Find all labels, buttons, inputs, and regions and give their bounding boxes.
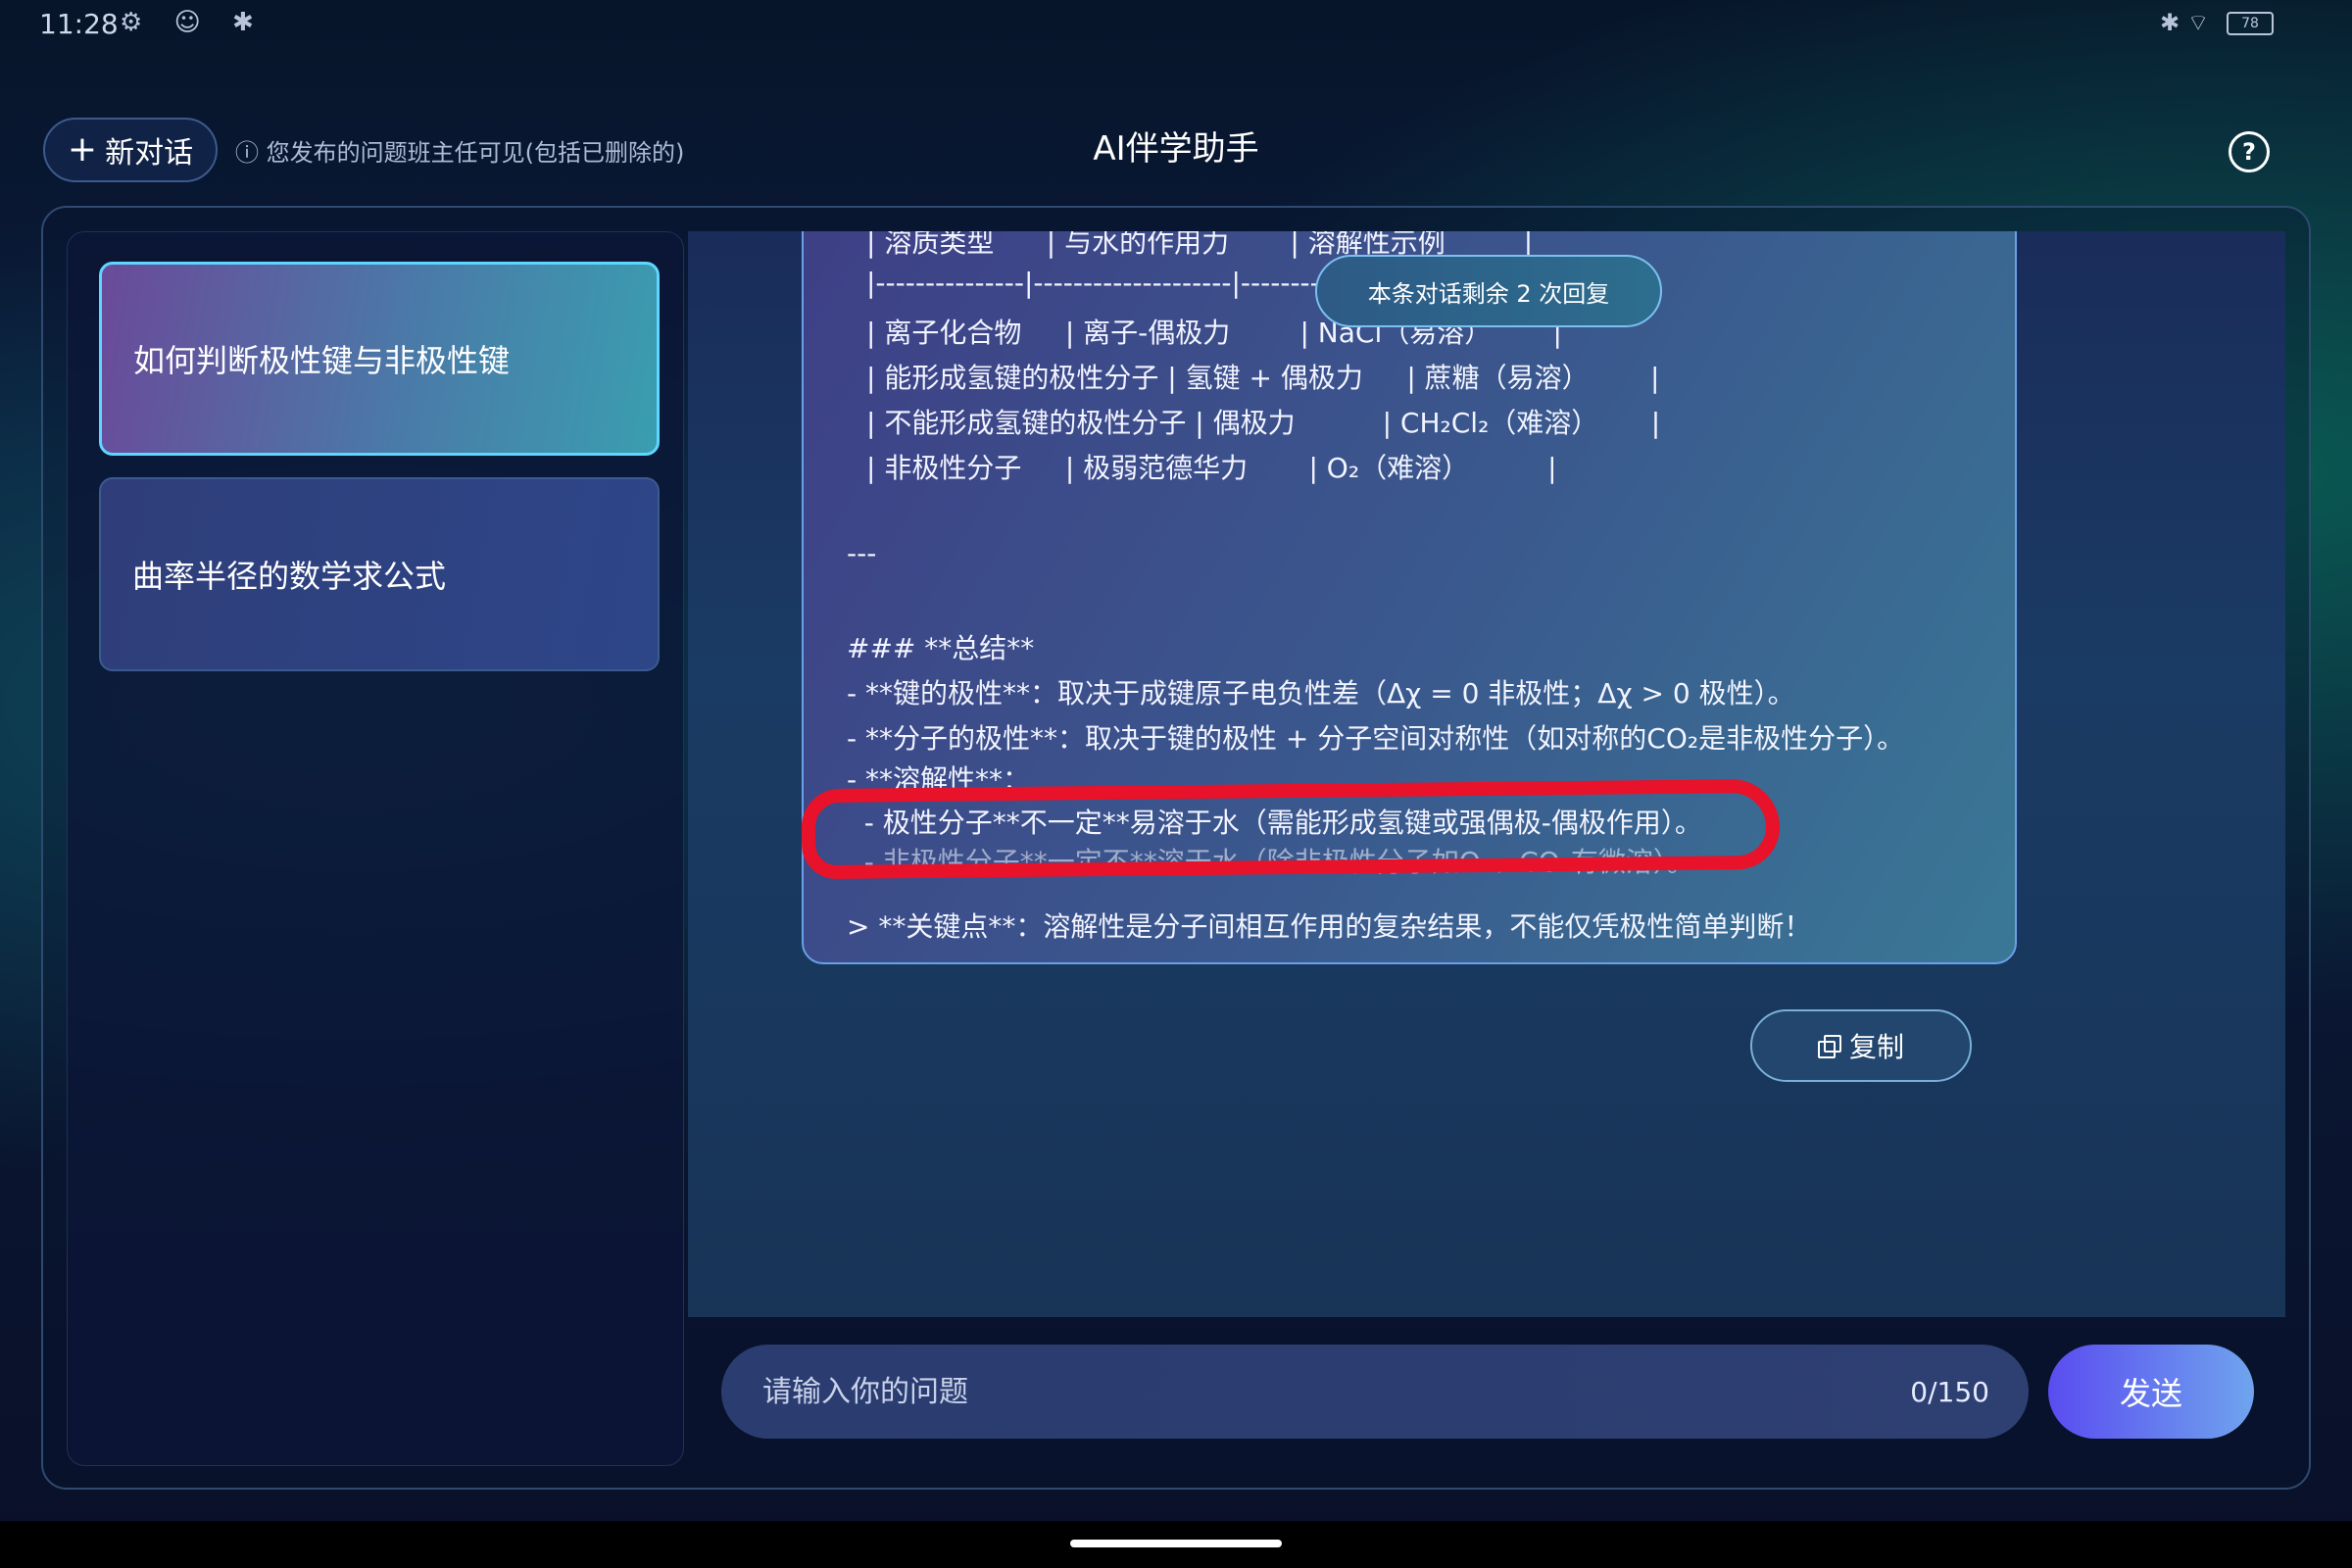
conversation-sidebar: 如何判断极性键与非极性键 曲率半径的数学求公式 [67, 231, 684, 1466]
conversation-item-active[interactable]: 如何判断极性键与非极性键 [99, 262, 660, 456]
question-input[interactable] [760, 1373, 1744, 1410]
conversation-item-label: 如何判断极性键与非极性键 [133, 342, 511, 379]
copy-label: 复制 [1848, 1031, 1904, 1063]
conversation-item[interactable]: 曲率半径的数学求公式 [99, 477, 660, 671]
status-time: 11:28 [39, 8, 119, 40]
page-title: AI伴学助手 [1093, 129, 1259, 169]
status-bar: 11:28 ⚙ ☺ ✱ ✱ ⌔ 78 [0, 0, 2352, 49]
ai-message-card: | 溶质类型 | 与水的作用力 | 溶解性示例 | |-------------… [802, 231, 2017, 964]
message-line: - **分子的极性**：取决于键的极性 + 分子空间对称性（如对称的CO₂是非极… [847, 722, 1905, 755]
message-line: --- [847, 537, 877, 569]
message-line: | 不能形成氢键的极性分子 | 偶极力 | CH₂Cl₂（难溶） | [866, 407, 1661, 439]
message-line: - **溶解性**： [847, 763, 1031, 796]
copy-button[interactable]: 复制 [1750, 1009, 1972, 1082]
status-right-icons: ✱ ⌔ 78 [2160, 8, 2274, 37]
question-input-box[interactable]: 0/150 [721, 1345, 2029, 1439]
message-line: ### **总结** [847, 632, 1035, 664]
char-count: 0/150 [1910, 1375, 1989, 1408]
chat-area[interactable]: | 溶质类型 | 与水的作用力 | 溶解性示例 | |-------------… [688, 231, 2285, 1317]
bluetooth-wifi-icon: ✱ ⌔ [2160, 9, 2210, 36]
message-line: > **关键点**：溶解性是分子间相互作用的复杂结果，不能仅凭极性简单判断！ [847, 910, 1812, 943]
message-line: | 能形成氢键的极性分子 | 氢键 + 偶极力 | 蔗糖（易溶） | [866, 362, 1660, 394]
message-line: - **键的极性**：取决于成键原子电负性差（Δχ = 0 非极性；Δχ > 0… [847, 677, 1795, 710]
message-line-highlighted: - 极性分子**不一定**易溶于水（需能形成氢键或强偶极-偶极作用）。 [847, 807, 1702, 839]
message-line: | 非极性分子 | 极弱范德华力 | O₂（难溶） | [866, 452, 1557, 484]
status-left-icons: ⚙ ☺ ✱ [120, 8, 266, 37]
battery-icon: 78 [2227, 12, 2274, 35]
help-icon[interactable]: ? [2229, 131, 2270, 172]
home-indicator[interactable] [1070, 1540, 1282, 1547]
remaining-replies-badge: 本条对话剩余 2 次回复 [1315, 255, 1662, 327]
copy-icon [1817, 1035, 1841, 1058]
send-button[interactable]: 发送 [2048, 1345, 2254, 1439]
conversation-item-label: 曲率半径的数学求公式 [132, 558, 447, 595]
message-line: - 非极性分子**一定不**溶于水（除非极性分子如O₂、CO₂有微溶）。 [847, 846, 1694, 878]
